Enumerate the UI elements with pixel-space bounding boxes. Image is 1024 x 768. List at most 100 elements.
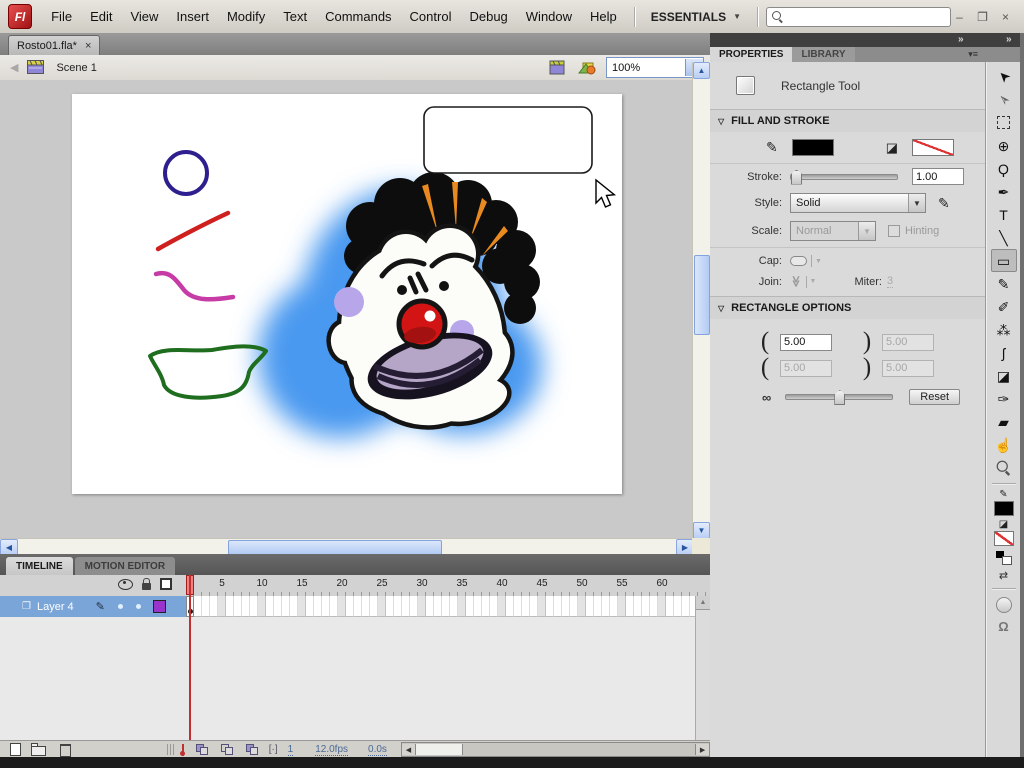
slider-thumb[interactable]: [834, 390, 845, 405]
swap-colors-button[interactable]: ⇄: [999, 569, 1008, 582]
frame-cell[interactable]: [570, 596, 578, 617]
frame-cell[interactable]: [210, 596, 218, 617]
frame-cell[interactable]: [602, 596, 610, 617]
frame-cell[interactable]: [322, 596, 330, 617]
tab-timeline[interactable]: TIMELINE: [6, 557, 73, 575]
link-corners-icon[interactable]: ∞: [762, 390, 771, 405]
layer-visibility-dot[interactable]: [118, 604, 123, 609]
lock-layers-icon[interactable]: [142, 583, 151, 590]
slider-thumb[interactable]: [791, 170, 802, 185]
stroke-color-control[interactable]: ✎: [994, 490, 1014, 516]
stroke-weight-input[interactable]: 1.00: [912, 168, 964, 185]
stroke-style-dropdown[interactable]: Solid ▼: [790, 193, 926, 213]
layer-lock-dot[interactable]: [136, 604, 141, 609]
menu-edit[interactable]: Edit: [81, 5, 121, 28]
pencil-tool[interactable]: ✎: [991, 272, 1017, 295]
search-box[interactable]: [766, 7, 951, 27]
frame-cell[interactable]: [378, 596, 386, 617]
vertical-scroll-thumb[interactable]: [694, 255, 710, 335]
back-arrow-icon[interactable]: ◀: [10, 61, 18, 74]
frame-cell[interactable]: [610, 596, 618, 617]
layer-frames-row[interactable]: [186, 596, 706, 617]
lasso-tool[interactable]: Ϙ: [991, 157, 1017, 180]
frame-cell[interactable]: [426, 596, 434, 617]
frame-cell[interactable]: [626, 596, 634, 617]
show-hide-layers-icon[interactable]: [118, 579, 133, 590]
collapse-panel-icon[interactable]: »: [958, 34, 963, 45]
layer-name[interactable]: Layer 4: [37, 601, 74, 613]
frame-cell[interactable]: [338, 596, 346, 617]
current-frame[interactable]: 1: [288, 744, 294, 756]
frame-cell[interactable]: [682, 596, 690, 617]
frame-cell[interactable]: [194, 596, 202, 617]
edit-symbols-button[interactable]: [576, 59, 600, 77]
close-button[interactable]: ×: [997, 9, 1014, 24]
menu-commands[interactable]: Commands: [316, 5, 400, 28]
frame-cell[interactable]: [226, 596, 234, 617]
tab-motion-editor[interactable]: MOTION EDITOR: [75, 557, 175, 575]
frame-cell[interactable]: [218, 596, 226, 617]
frame-cell[interactable]: [658, 596, 666, 617]
frame-cell[interactable]: [202, 596, 210, 617]
frame-cell[interactable]: [482, 596, 490, 617]
document-tab[interactable]: Rosto01.fla* ×: [8, 35, 100, 55]
onion-skin-button[interactable]: [221, 744, 234, 755]
frame-cell[interactable]: [346, 596, 354, 617]
frame-cell[interactable]: [450, 596, 458, 617]
corner-radius-slider[interactable]: [785, 394, 893, 400]
frame-cell[interactable]: [282, 596, 290, 617]
frame-cell[interactable]: [554, 596, 562, 617]
fill-color-control[interactable]: ◪: [994, 520, 1014, 546]
stage-zoom-dropdown[interactable]: 100% ▼: [606, 57, 704, 78]
frame-cell[interactable]: [442, 596, 450, 617]
vertical-scrollbar[interactable]: ▲ ▼: [692, 62, 711, 538]
eraser-tool[interactable]: ▰: [991, 410, 1017, 433]
canvas-pasteboard[interactable]: [0, 80, 692, 538]
frame-cell[interactable]: [266, 596, 274, 617]
free-transform-tool[interactable]: [991, 111, 1017, 134]
edit-scene-button[interactable]: [546, 59, 570, 77]
corner-radius-tl-input[interactable]: 5.00: [780, 334, 832, 351]
rectangle-options-section-header[interactable]: ▽ RECTANGLE OPTIONS: [710, 296, 986, 319]
frame-cell[interactable]: [522, 596, 530, 617]
tab-library[interactable]: LIBRARY: [792, 47, 854, 62]
frame-cell[interactable]: [290, 596, 298, 617]
3d-rotation-tool[interactable]: ⊕: [991, 134, 1017, 157]
frame-cell[interactable]: [506, 596, 514, 617]
scroll-down-arrow[interactable]: ▼: [693, 522, 710, 539]
pen-tool[interactable]: ✒: [991, 180, 1017, 203]
menu-insert[interactable]: Insert: [167, 5, 218, 28]
frame-cell[interactable]: [386, 596, 394, 617]
horizontal-scroll-thumb[interactable]: [228, 540, 442, 555]
workspace-switcher[interactable]: ESSENTIALS ▼: [643, 7, 749, 27]
edit-stroke-style-icon[interactable]: ✎: [938, 195, 950, 212]
frame-cell[interactable]: [306, 596, 314, 617]
tab-properties[interactable]: PROPERTIES: [710, 47, 792, 62]
frame-cell[interactable]: [418, 596, 426, 617]
panel-menu-icon[interactable]: ▾≡: [968, 49, 978, 60]
frame-cell[interactable]: [362, 596, 370, 617]
frame-cell[interactable]: [474, 596, 482, 617]
frame-cell[interactable]: [490, 596, 498, 617]
default-colors-button[interactable]: [996, 551, 1012, 564]
minimize-button[interactable]: –: [951, 9, 968, 24]
tab-close-icon[interactable]: ×: [85, 40, 91, 52]
frame-cell[interactable]: [434, 596, 442, 617]
edit-multiple-frames-button[interactable]: [·]: [269, 744, 278, 755]
menu-modify[interactable]: Modify: [218, 5, 274, 28]
frame-cell[interactable]: [650, 596, 658, 617]
frame-cell[interactable]: [634, 596, 642, 617]
frame-rate[interactable]: 12.0fps: [315, 744, 348, 756]
timeline-scroll-thumb[interactable]: [416, 744, 463, 755]
reset-button[interactable]: Reset: [909, 389, 960, 405]
horizontal-scrollbar[interactable]: ◀ ▶: [0, 538, 692, 555]
frame-cell[interactable]: [370, 596, 378, 617]
timeline-horizontal-scrollbar[interactable]: ◀ ▶: [401, 742, 710, 757]
frame-cell[interactable]: [674, 596, 682, 617]
fill-color-swatch[interactable]: [994, 531, 1014, 546]
frame-cell[interactable]: [274, 596, 282, 617]
search-input[interactable]: [784, 9, 946, 25]
fill-color-swatch[interactable]: [912, 139, 954, 156]
selection-tool[interactable]: ➤: [991, 65, 1017, 88]
frame-cell[interactable]: [458, 596, 466, 617]
